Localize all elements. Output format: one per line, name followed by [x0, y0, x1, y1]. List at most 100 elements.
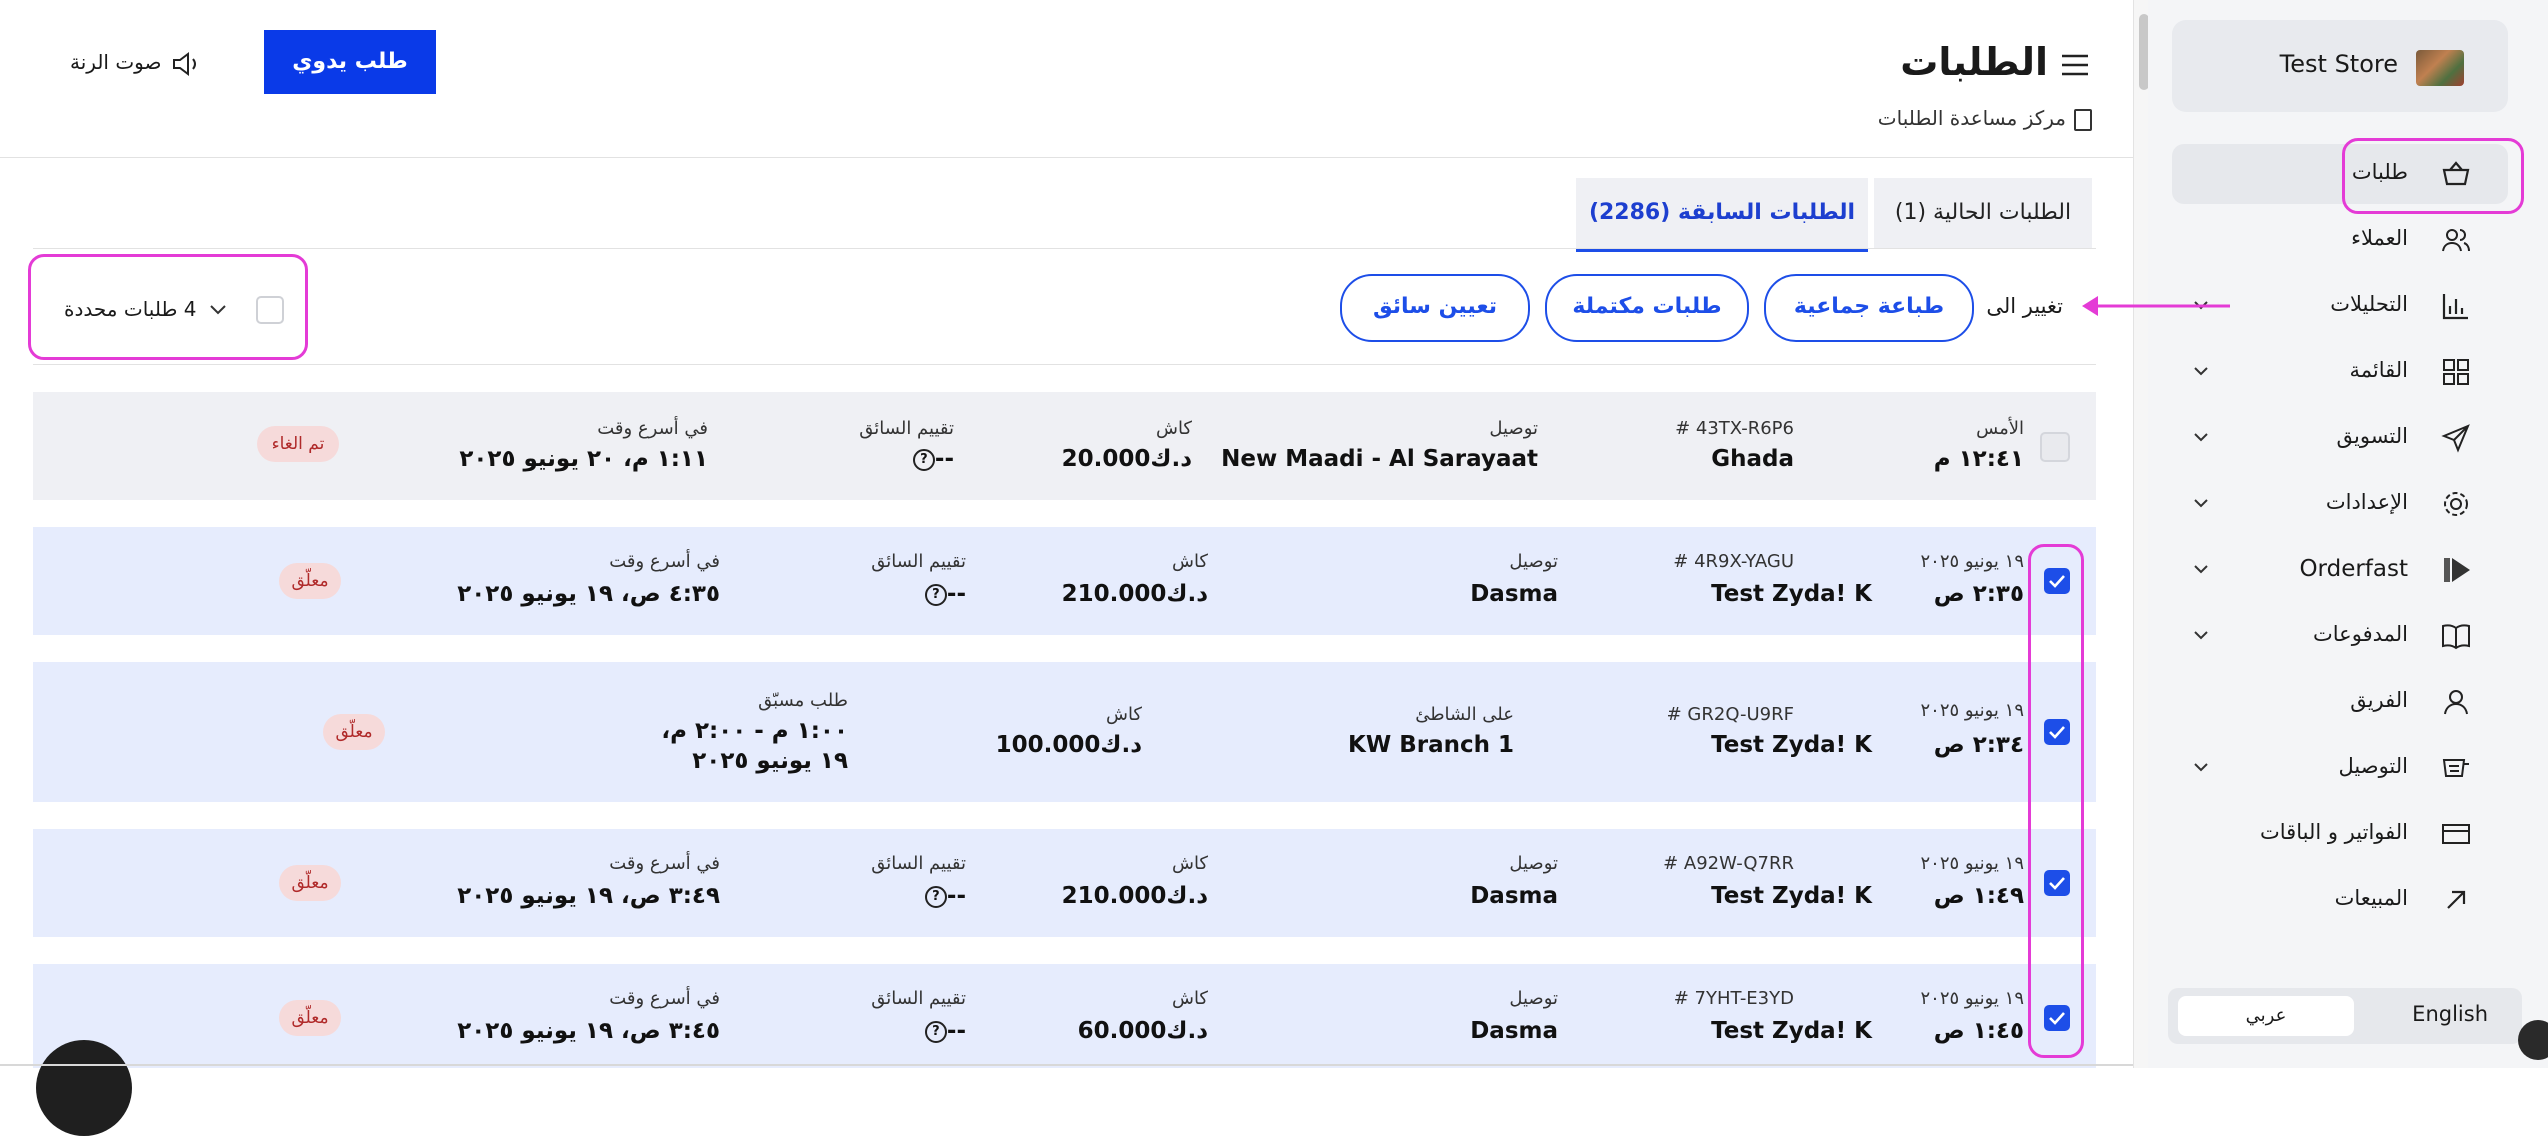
rating-value: ? -- — [924, 883, 966, 909]
payment-label: كاش — [1155, 418, 1192, 439]
order-time: ٢:٣٥ ص — [1933, 581, 2024, 607]
payment-label: كاش — [1171, 988, 1208, 1009]
send-icon — [2441, 424, 2470, 453]
schedule-label: طلب مسبّق — [758, 690, 848, 711]
chat-bubble-icon[interactable] — [36, 1040, 132, 1136]
user-icon — [2444, 690, 2468, 715]
lang-english-option[interactable]: English — [2412, 1002, 2488, 1026]
method-value: Dasma — [1470, 581, 1558, 607]
order-row[interactable]: ١٩ يونيو ٢٠٢٥ ٢:٣٥ ص # 4R9X-YAGU Test Zy… — [33, 527, 2096, 635]
card-icon — [2442, 824, 2470, 844]
customer-name: Test Zyda! K — [1711, 732, 1872, 758]
sidebar-item-label: المبيعات — [2334, 886, 2408, 910]
order-amount: 60.000د.ك — [1077, 1018, 1208, 1044]
order-row[interactable]: ١٩ يونيو ٢٠٢٥ ١:٤٥ ص # 7YHT-E3YD Test Zy… — [33, 964, 2096, 1068]
order-time: ٢:٣٤ ص — [1933, 732, 2024, 758]
order-time: ١:٤٥ ص — [1933, 1018, 2024, 1044]
change-to-label: تغيير الى — [1986, 294, 2063, 318]
support-chat-icon[interactable] — [2518, 1020, 2548, 1060]
language-switch[interactable]: عربي English — [2168, 988, 2522, 1044]
chevron-down-icon — [2194, 565, 2208, 574]
order-checkbox[interactable] — [2040, 432, 2070, 462]
order-date: ١٩ يونيو ٢٠٢٥ — [1920, 700, 2024, 721]
order-row[interactable]: ١٩ يونيو ٢٠٢٥ ٢:٣٤ ص # GR2Q-U9RF Test Zy… — [33, 662, 2096, 802]
sidebar-item-label: المدفوعات — [2313, 622, 2408, 646]
sidebar-item-label: Orderfast — [2299, 556, 2408, 582]
store-switcher[interactable]: Test Store — [2172, 20, 2508, 112]
bulk-print-button[interactable]: طباعة جماعية — [1764, 274, 1974, 342]
rating-value: ? -- — [912, 446, 954, 472]
schedule-label: في أسرع وقت — [609, 853, 720, 874]
order-id: # GR2Q-U9RF — [1666, 704, 1794, 725]
order-row[interactable]: ١٩ يونيو ٢٠٢٥ ١:٤٩ ص # A92W-Q7RR Test Zy… — [33, 829, 2096, 937]
tab-current-orders[interactable]: الطلبات الحالية (1) — [1874, 178, 2092, 248]
manual-order-button[interactable]: طلب يدوي — [264, 30, 436, 94]
question-icon: ? — [924, 885, 947, 908]
order-id: # A92W-Q7RR — [1663, 853, 1794, 874]
sidebar-item-marketing[interactable]: التسويق — [2172, 408, 2508, 468]
chevron-down-icon — [2194, 763, 2208, 772]
chevron-down-icon — [2194, 433, 2208, 442]
order-date: ١٩ يونيو ٢٠٢٥ — [1920, 551, 2024, 572]
status-badge: معلّق — [323, 714, 385, 750]
order-id: # 7YHT-E3YD — [1673, 988, 1794, 1009]
sidebar-item-label: التحليلات — [2330, 292, 2408, 316]
order-row[interactable]: الأمس ١٢:٤١ م # 43TX-R6P6 Ghada توصيل Ne… — [33, 392, 2096, 500]
customer-name: Test Zyda! K — [1711, 581, 1872, 607]
lang-arabic-option[interactable]: عربي — [2178, 996, 2354, 1036]
menu-icon[interactable] — [2062, 54, 2088, 76]
bulk-divider — [33, 364, 2096, 365]
sidebar-item-menu[interactable]: القائمة — [2172, 342, 2508, 402]
method-label: توصيل — [1509, 988, 1558, 1009]
assign-driver-button[interactable]: تعيين سائق — [1340, 274, 1530, 342]
help-center-label: مركز مساعدة الطلبات — [1877, 106, 2066, 130]
chevron-down-icon — [2194, 631, 2208, 640]
highlight-selection — [28, 254, 308, 360]
sidebar-item-team[interactable]: الفريق — [2172, 672, 2508, 732]
sidebar-item-delivery[interactable]: التوصيل — [2172, 738, 2508, 798]
rating-label: تقييم السائق — [871, 988, 966, 1009]
schedule-label: في أسرع وقت — [609, 551, 720, 572]
sidebar-item-label: التوصيل — [2338, 754, 2409, 778]
sidebar-item-label: التسويق — [2336, 424, 2408, 448]
ring-sound-label: صوت الرنة — [70, 50, 162, 74]
order-date: ١٩ يونيو ٢٠٢٥ — [1920, 988, 2024, 1009]
payment-label: كاش — [1171, 853, 1208, 874]
status-badge: معلّق — [279, 1000, 341, 1036]
gear-icon — [2444, 492, 2468, 516]
payment-label: كاش — [1171, 551, 1208, 572]
order-amount: 20.000د.ك — [1061, 446, 1192, 472]
highlight-checkboxes — [2028, 544, 2084, 1058]
method-label: على الشاطئ — [1415, 704, 1514, 725]
rating-value: ? -- — [924, 581, 966, 607]
sidebar-item-orderfast[interactable]: Orderfast — [2172, 540, 2508, 600]
orderfast-icon — [2444, 558, 2470, 582]
users-icon — [2442, 229, 2470, 252]
help-center-link[interactable]: مركز مساعدة الطلبات — [1878, 106, 2092, 131]
rating-label: تقييم السائق — [871, 853, 966, 874]
payment-label: كاش — [1105, 704, 1142, 725]
chevron-down-icon — [2194, 499, 2208, 508]
completed-orders-button[interactable]: طلبات مكتملة — [1545, 274, 1749, 342]
method-value: Dasma — [1470, 1018, 1558, 1044]
sidebar-item-label: الفواتير و الباقات — [2260, 820, 2408, 844]
tab-previous-orders[interactable]: الطلبات السابقة (2286) — [1576, 178, 1868, 252]
sidebar-item-billing[interactable]: الفواتير و الباقات — [2172, 804, 2508, 864]
chevron-down-icon — [2194, 367, 2208, 376]
sidebar-item-label: العملاء — [2351, 226, 2408, 250]
grid-icon — [2443, 359, 2469, 385]
store-name: Test Store — [2279, 50, 2398, 78]
sidebar-item-sales[interactable]: المبيعات — [2172, 870, 2508, 930]
question-icon: ? — [924, 583, 947, 606]
chart-icon — [2442, 294, 2468, 320]
sidebar-item-customers[interactable]: العملاء — [2172, 210, 2508, 270]
schedule-line2: ١٩ يونيو ٢٠٢٥ — [692, 748, 848, 774]
question-icon: ? — [912, 448, 935, 471]
customer-name: Test Zyda! K — [1711, 883, 1872, 909]
store-logo — [2416, 50, 2464, 86]
ring-sound-toggle[interactable]: صوت الرنة — [70, 50, 201, 77]
sidebar-item-settings[interactable]: الإعدادات — [2172, 474, 2508, 534]
sidebar-item-payments[interactable]: المدفوعات — [2172, 606, 2508, 666]
status-badge: معلّق — [279, 865, 341, 901]
schedule-value: ١:١١ م، ٢٠ يونيو ٢٠٢٥ — [459, 446, 708, 472]
